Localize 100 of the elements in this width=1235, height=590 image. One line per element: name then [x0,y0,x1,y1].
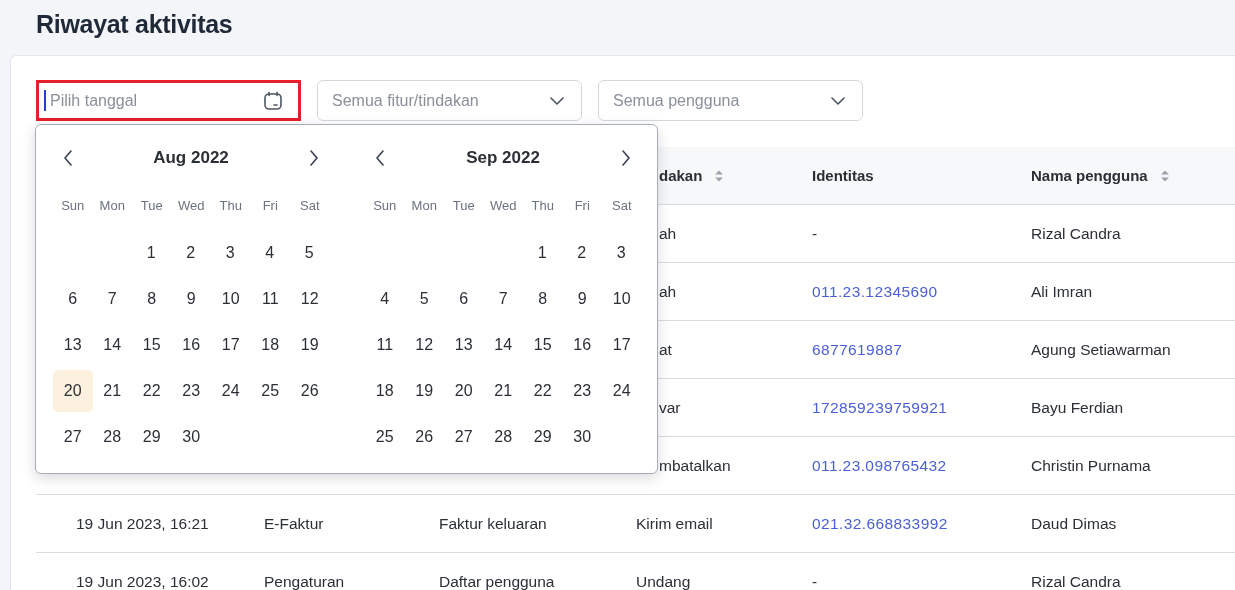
calendar-day[interactable]: 16 [562,324,602,366]
chevron-down-icon [550,96,564,105]
calendar-day[interactable]: 27 [53,416,93,458]
calendar-day[interactable]: 24 [602,370,642,412]
chevron-right-icon[interactable] [621,150,631,166]
date-field[interactable]: Pilih tanggal [36,80,301,121]
calendar-day[interactable]: 1 [131,232,171,274]
calendar-day[interactable]: 26 [404,416,444,458]
calendar-day[interactable]: 8 [523,278,563,320]
table-cell: Agung Setiawarman [1031,340,1171,359]
calendar-day[interactable]: 30 [171,416,211,458]
calendar-day[interactable]: 17 [602,324,642,366]
calendar-day[interactable]: 25 [250,370,290,412]
table-cell: 19 Jun 2023, 16:21 [76,514,209,533]
calendar-day[interactable]: 24 [211,370,251,412]
weekday-label: Mon [99,197,125,213]
calendar-day[interactable]: 9 [171,278,211,320]
weekday-label: Thu [219,197,242,213]
calendar-day[interactable]: 11 [250,278,290,320]
table-cell: Rizal Candra [1031,572,1121,590]
calendar-day[interactable]: 29 [132,416,172,458]
calendar-day[interactable]: 26 [290,370,330,412]
calendar-day[interactable]: 19 [290,324,330,366]
calendar-day[interactable]: 12 [404,324,444,366]
weekday-label: Wed [178,197,205,213]
calendar-day[interactable]: 5 [404,278,444,320]
table-cell: Daud Dimas [1031,514,1117,533]
calendar-day[interactable]: 8 [132,278,172,320]
table-cell: mbatalkan [659,456,731,475]
identity-link[interactable]: 021.32.668833992 [812,514,948,533]
table-cell: Undang [636,572,691,590]
weekday-label: Thu [531,197,554,213]
weekday-label: Tue [452,197,475,213]
calendar-day[interactable]: 21 [92,370,132,412]
calendar-day[interactable]: 3 [601,232,641,274]
column-header[interactable]: Nama pengguna [1031,167,1170,184]
calendar-day[interactable]: 12 [290,278,330,320]
calendar-day[interactable]: 23 [171,370,211,412]
calendar-day[interactable]: 3 [210,232,250,274]
table-cell: Christin Purnama [1031,456,1151,475]
identity-link[interactable]: 011.23.098765432 [812,456,947,475]
table-cell: ah [659,224,677,243]
table-cell: Ali Imran [1031,282,1093,301]
calendar-day[interactable]: 13 [444,324,484,366]
calendar-day[interactable]: 30 [562,416,602,458]
calendar-day[interactable]: 16 [171,324,211,366]
calendar-day[interactable]: 28 [483,416,523,458]
calendar-day[interactable]: 22 [132,370,172,412]
calendar-day[interactable]: 13 [53,324,93,366]
weekday-label: Tue [140,197,163,213]
weekday-label: Wed [490,197,517,213]
calendar-day[interactable]: 10 [602,278,642,320]
table-cell: Daftar pengguna [439,572,555,590]
calendar-day[interactable]: 9 [562,278,602,320]
calendar-day[interactable]: 4 [250,232,290,274]
identity-link[interactable]: 6877619887 [812,340,903,359]
calendar-day[interactable]: 15 [132,324,172,366]
calendar-day[interactable]: 20 [444,370,484,412]
calendar-day[interactable]: 4 [365,278,405,320]
calendar-day[interactable]: 14 [92,324,132,366]
calendar-day[interactable]: 2 [171,232,211,274]
identity-link[interactable]: 172859239759921 [812,398,948,417]
calendar-day[interactable]: 15 [523,324,563,366]
calendar-day[interactable]: 6 [444,278,484,320]
table-cell: - [812,224,818,243]
table-cell: Rizal Candra [1031,224,1121,243]
calendar-day[interactable]: 25 [365,416,405,458]
calendar-day[interactable]: 10 [211,278,251,320]
calendar-day[interactable]: 21 [483,370,523,412]
calendar-day[interactable]: 29 [523,416,563,458]
chevron-left-icon[interactable] [375,150,385,166]
chevron-right-icon[interactable] [309,150,319,166]
calendar-day[interactable]: 18 [250,324,290,366]
dropdown-field[interactable]: Semua fitur/tindakan [317,80,582,121]
weekday-label: Mon [411,197,437,213]
calendar-day[interactable]: 6 [53,278,93,320]
calendar-day[interactable]: 19 [404,370,444,412]
weekday-label: Sat [612,197,632,213]
calendar-day[interactable]: 28 [92,416,132,458]
column-header[interactable]: dakan [659,167,725,184]
calendar-day[interactable]: 2 [562,232,602,274]
calendar-day[interactable]: 5 [289,232,329,274]
calendar-day[interactable]: 7 [483,278,523,320]
weekday-label: Sun [61,197,85,213]
calendar-day[interactable]: 1 [522,232,562,274]
calendar-day[interactable]: 22 [523,370,563,412]
weekday-label: Fri [574,197,590,213]
calendar-day[interactable]: 14 [483,324,523,366]
calendar-day[interactable]: 17 [211,324,251,366]
identity-link[interactable]: 011.23.12345690 [812,282,938,301]
chevron-left-icon[interactable] [63,150,73,166]
dropdown-field[interactable]: Semua pengguna [598,80,863,121]
table-cell: var [659,398,681,417]
calendar-day[interactable]: 18 [365,370,405,412]
calendar-day[interactable]: 11 [365,324,405,366]
calendar-day[interactable]: 27 [444,416,484,458]
month-title: Sep 2022 [466,148,540,168]
calendar-day[interactable]: 7 [92,278,132,320]
calendar-day[interactable]: 20 [53,370,93,412]
calendar-day[interactable]: 23 [562,370,602,412]
